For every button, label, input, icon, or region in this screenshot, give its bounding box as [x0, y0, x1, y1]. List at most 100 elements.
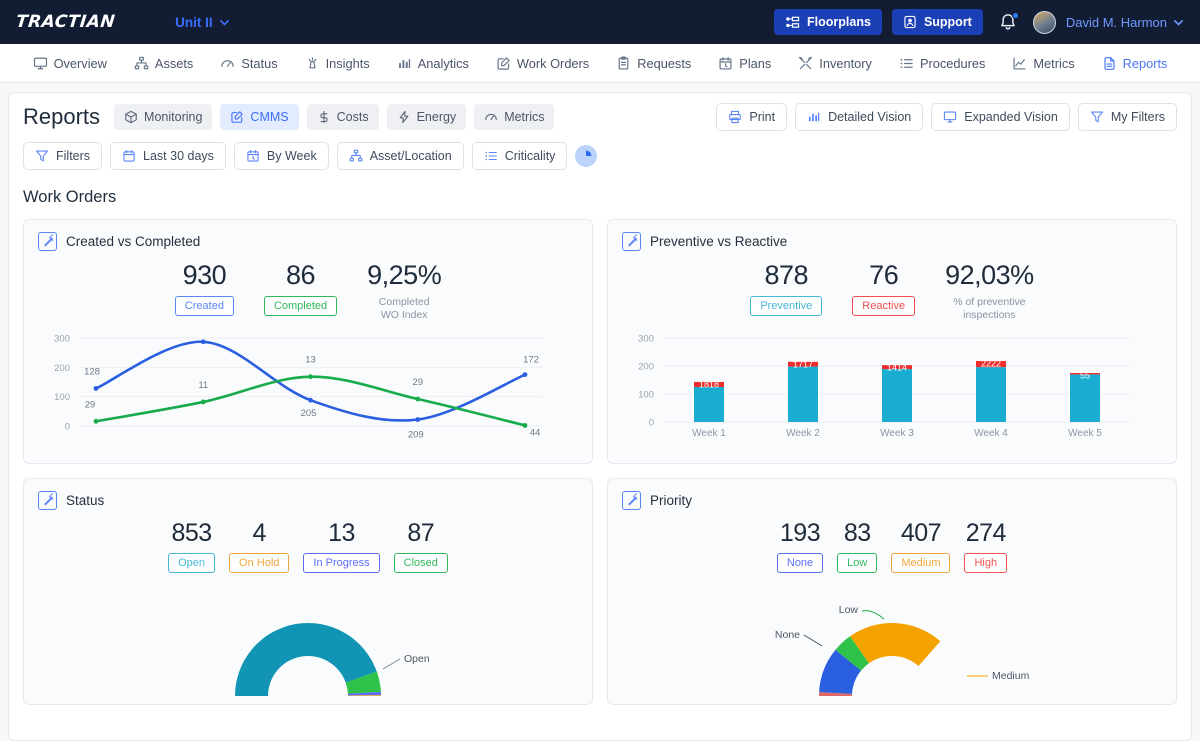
nav-item-inventory[interactable]: Inventory — [796, 53, 874, 74]
nav-item-assets[interactable]: Assets — [132, 53, 195, 74]
nav-item-reports[interactable]: Reports — [1100, 53, 1170, 74]
panel-actions: Print Detailed Vision Expanded Vision My Fi… — [716, 103, 1177, 131]
action-button-detailed-vision[interactable]: Detailed Vision — [795, 103, 924, 131]
filter-button-asset-location[interactable]: Asset/Location — [336, 142, 464, 170]
edit-square-icon[interactable] — [622, 232, 641, 251]
nav-item-metrics[interactable]: Metrics — [1010, 53, 1076, 74]
notifications-button[interactable] — [997, 11, 1019, 33]
nav-item-label: Overview — [53, 55, 107, 71]
chart-label: 29 — [85, 400, 96, 411]
filter-button-criticality[interactable]: Criticality — [471, 142, 568, 170]
chart-label: 100 — [638, 390, 654, 401]
donut-chart-status: Open — [38, 591, 578, 697]
nav-item-requests[interactable]: Requests — [614, 53, 693, 74]
kpi-row: 853 Open 4 On Hold 13 In Progress 87 Closed — [38, 519, 578, 574]
data-point[interactable] — [415, 397, 421, 402]
nav-item-label: Status — [241, 55, 278, 71]
kpi-tag[interactable]: Created — [174, 296, 234, 317]
chart-label: 1717 — [793, 360, 813, 370]
nav-item-procedures[interactable]: Procedures — [897, 53, 987, 74]
bar-preventive[interactable] — [882, 369, 912, 423]
chart-label: 1818 — [699, 380, 719, 390]
data-point[interactable] — [522, 372, 528, 378]
play-pie-icon-button[interactable] — [575, 145, 598, 167]
chart-label: 170170 — [1070, 351, 1100, 361]
kpi-value: 13 — [328, 519, 355, 548]
nav-item-status[interactable]: Status — [218, 53, 279, 74]
filter-button-filters[interactable]: Filters — [23, 142, 103, 170]
kpi-tag[interactable]: Closed — [393, 553, 448, 574]
kpi-tag[interactable]: Preventive — [750, 296, 823, 317]
calendar-icon — [123, 150, 135, 162]
monitor-icon — [944, 111, 957, 123]
data-point[interactable] — [93, 419, 99, 425]
edit-square-icon[interactable] — [38, 491, 57, 511]
action-button-expanded-vision[interactable]: Expanded Vision — [931, 103, 1070, 131]
data-point[interactable] — [200, 399, 206, 405]
data-point[interactable] — [93, 386, 99, 392]
bar-preventive[interactable] — [1070, 374, 1100, 423]
kpi-tag[interactable]: Reactive — [852, 296, 916, 317]
segment-cmms[interactable]: CMMS — [220, 104, 299, 130]
kpi-tag[interactable]: None — [776, 553, 824, 574]
chart-label: 300 — [638, 334, 654, 345]
edit-square-icon[interactable] — [38, 232, 57, 251]
data-point[interactable] — [200, 339, 206, 345]
calendar-clock-icon — [719, 56, 732, 70]
filter-group: Filters Last 30 days By Week Asset/Location… — [23, 142, 568, 170]
bar-preventive[interactable] — [788, 366, 818, 423]
kpi-tag[interactable]: In Progress — [303, 553, 380, 574]
nav-item-insights[interactable]: Insights — [303, 53, 372, 74]
user-menu[interactable]: David M. Harmon — [1066, 15, 1184, 30]
bolt-icon — [399, 110, 408, 124]
segment-monitoring[interactable]: Monitoring — [114, 104, 213, 130]
action-button-my-filters[interactable]: My Filters — [1077, 103, 1177, 131]
data-point[interactable] — [308, 398, 313, 403]
data-point[interactable] — [522, 423, 528, 429]
data-point[interactable] — [415, 417, 421, 423]
dollar-icon — [319, 111, 328, 123]
action-button-print[interactable]: Print — [716, 103, 788, 131]
data-point[interactable] — [308, 374, 313, 380]
bar-chart-preventive-vs-reactive: 0 100 200 300 1818 125125 Week 1 1717 198198 Week… — [622, 330, 1162, 455]
filter-button-last-30-days[interactable]: Last 30 days — [110, 142, 226, 170]
bar-chart-icon — [809, 112, 820, 122]
reports-panel: Reports Monitoring CMMS Costs Energy Metrics… — [8, 92, 1192, 741]
chart-label: 125125 — [694, 368, 724, 378]
nav-item-work-orders[interactable]: Work Orders — [494, 53, 591, 74]
line-chart-icon — [1013, 56, 1026, 70]
kpi-tag[interactable]: Open — [168, 553, 216, 574]
kpi-tag[interactable]: On Hold — [229, 553, 290, 574]
unit-selector[interactable]: Unit II — [175, 15, 230, 30]
nav-item-plans[interactable]: Plans — [716, 53, 773, 74]
kpi-tag[interactable]: High — [964, 553, 1008, 574]
kpi-subtitle: Completed WO Index — [378, 296, 430, 322]
floorplans-button[interactable]: Floorplans — [774, 9, 882, 35]
hierarchy-icon — [349, 149, 363, 162]
kpi-value: 4 — [252, 519, 267, 548]
leader-line — [382, 658, 401, 670]
support-button[interactable]: Support — [891, 9, 983, 35]
nav-item-overview[interactable]: Overview — [31, 53, 109, 74]
kpi-tag[interactable]: Completed — [263, 296, 338, 317]
hierarchy-icon — [134, 56, 149, 69]
segment-metrics[interactable]: Metrics — [474, 104, 555, 130]
segment-energy[interactable]: Energy — [386, 104, 467, 130]
kpi-closed: 87 Closed — [393, 520, 448, 574]
filter-button-by-week[interactable]: By Week — [233, 142, 329, 170]
nav-item-analytics[interactable]: Analytics — [395, 53, 471, 74]
segment-costs[interactable]: Costs — [306, 104, 379, 130]
avatar[interactable] — [1032, 10, 1056, 34]
bar-preventive[interactable] — [976, 367, 1006, 423]
edit-square-icon[interactable] — [622, 491, 641, 511]
bar-preventive[interactable] — [694, 387, 724, 423]
kpi-created: 930 Created — [174, 260, 234, 322]
tractian-logo: TRACTIAN — [14, 12, 117, 32]
kpi-tag[interactable]: Medium — [891, 553, 951, 574]
kpi-value: 930 — [182, 260, 227, 290]
kpi-reactive: 76 Reactive — [852, 260, 916, 322]
kpi-high: 274 High — [964, 520, 1008, 574]
leader-line — [803, 634, 823, 647]
kpi-tag[interactable]: Low — [837, 553, 878, 574]
chart-label: 1414 — [887, 363, 907, 373]
